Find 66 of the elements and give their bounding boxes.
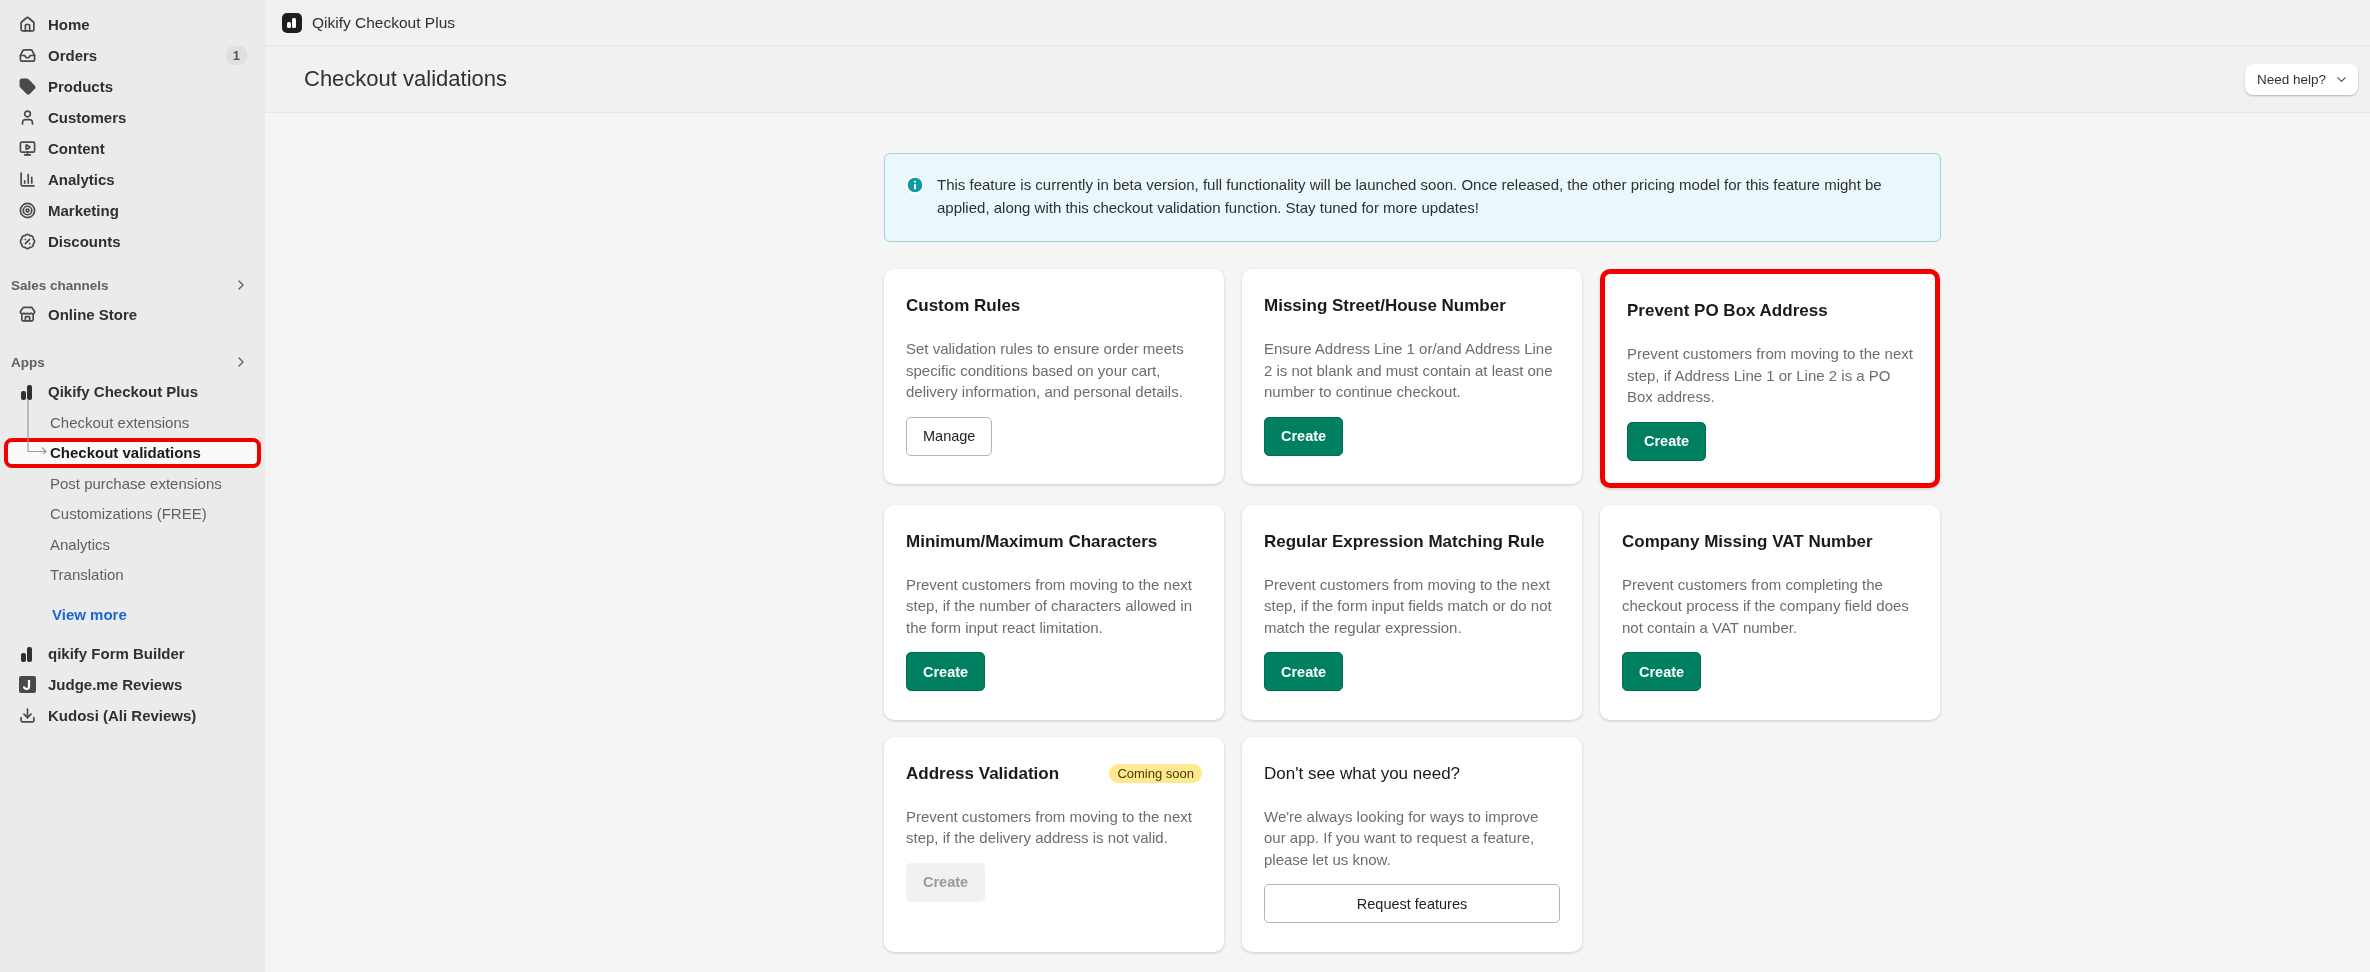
nav-item[interactable]: Home: [10, 9, 255, 40]
bar-chart-icon: [18, 171, 36, 188]
count-badge: 1: [225, 46, 247, 65]
card-title: Company Missing VAT Number: [1622, 531, 1873, 552]
tag-icon: [18, 78, 36, 95]
nav-item[interactable]: qikify Form Builder: [10, 638, 255, 669]
action-button[interactable]: Create: [1622, 652, 1702, 691]
badge-percent-icon: [18, 233, 36, 250]
action-button[interactable]: Manage: [906, 416, 993, 456]
section-heading: Sales channels: [10, 277, 109, 293]
card-description: Ensure Address Line 1 or/and Address Line 2 is not blank and must contain at least one number to continue checkout.: [1264, 339, 1554, 402]
banner-text: This feature is currently in beta version, full functionality will be launched soon. Once released, the other pricing model for this feature might be applied, along with this checkout validation function. Stay tuned for more updates!: [937, 175, 1883, 218]
nav-item[interactable]: Analytics: [10, 164, 255, 195]
bars-logo-icon: [21, 645, 33, 662]
action-button[interactable]: Create: [1627, 421, 1707, 461]
download-tray-icon: [18, 707, 36, 724]
card-title: Minimum/Maximum Characters: [906, 531, 1158, 552]
sub-nav-item[interactable]: Checkout extensions: [4, 407, 261, 438]
nav-item[interactable]: Products: [10, 71, 255, 102]
sub-nav-item[interactable]: Customizations (FREE): [4, 498, 261, 529]
nav-item[interactable]: Orders 1: [10, 40, 255, 71]
card-title: Missing Street/House Number: [1264, 296, 1506, 316]
page-title: Checkout validations: [304, 66, 507, 92]
card-title: Don't see what you need?: [1264, 763, 1461, 784]
nav-item[interactable]: Qikify Checkout Plus: [10, 376, 255, 407]
nav-item[interactable]: Marketing: [10, 195, 255, 226]
sub-nav-item[interactable]: Analytics: [4, 529, 261, 560]
card-title: Prevent PO Box Address: [1627, 301, 1828, 321]
j-logo-icon: [18, 676, 36, 693]
card-description: Set validation rules to ensure order meets specific conditions based on your cart, delivery information, and personal details.: [906, 339, 1185, 402]
sub-nav-item[interactable]: Post purchase extensions: [4, 468, 261, 499]
card-description: Prevent customers from moving to the next step, if the delivery address is not valid.: [906, 806, 1193, 848]
action-button[interactable]: Create: [906, 652, 986, 691]
status-badge: Coming soon: [1109, 764, 1202, 783]
card-title: Custom Rules: [906, 296, 1021, 316]
card-description: Prevent customers from moving to the next step, if the form input fields match or do not match the regular expression.: [1264, 574, 1553, 638]
card-description: We're always looking for ways to improve our app. If you want to request a feature, please let us know.: [1264, 806, 1540, 870]
card-description: Prevent customers from moving to the next step, if Address Line 1 or Line 2 is a PO Box address.: [1627, 344, 1913, 407]
home-icon: [18, 16, 36, 33]
card-title: Regular Expression Matching Rule: [1264, 531, 1545, 552]
target-icon: [18, 202, 36, 219]
action-button[interactable]: Create: [1264, 416, 1344, 456]
help-dropdown-button[interactable]: Need help?: [2244, 63, 2358, 95]
card-description: Prevent customers from moving to the next step, if the number of characters allowed in the form input react limitation.: [906, 574, 1193, 638]
monitor-icon: [18, 140, 36, 157]
section-heading: Apps: [10, 354, 45, 370]
card-title: Address Validation: [906, 763, 1060, 784]
action-button[interactable]: Create: [1264, 652, 1344, 691]
nav-item[interactable]: Kudosi (Ali Reviews): [10, 700, 255, 731]
inbox-icon: [18, 47, 36, 64]
bars-logo-icon: [21, 383, 33, 400]
app-name: Qikify Checkout Plus: [312, 13, 455, 32]
nav-item[interactable]: Online Store: [10, 299, 255, 330]
branch-arrow-icon: [27, 399, 49, 454]
store-icon: [18, 306, 36, 323]
sub-nav-item[interactable]: Translation: [4, 559, 261, 590]
nav-item[interactable]: Judge.me Reviews: [10, 669, 255, 700]
nav-item[interactable]: Customers: [10, 102, 255, 133]
app-logo-icon: [282, 12, 302, 33]
view-more-link[interactable]: View more: [10, 600, 255, 630]
card-description: Prevent customers from completing the checkout process if the company field does not contain a VAT number.: [1622, 574, 1910, 638]
sub-nav-item[interactable]: Checkout validations: [4, 437, 261, 468]
nav-item[interactable]: Content: [10, 133, 255, 164]
info-icon: [905, 175, 925, 195]
request-button[interactable]: Request features: [1264, 884, 1560, 923]
nav-item[interactable]: Discounts: [10, 226, 255, 257]
